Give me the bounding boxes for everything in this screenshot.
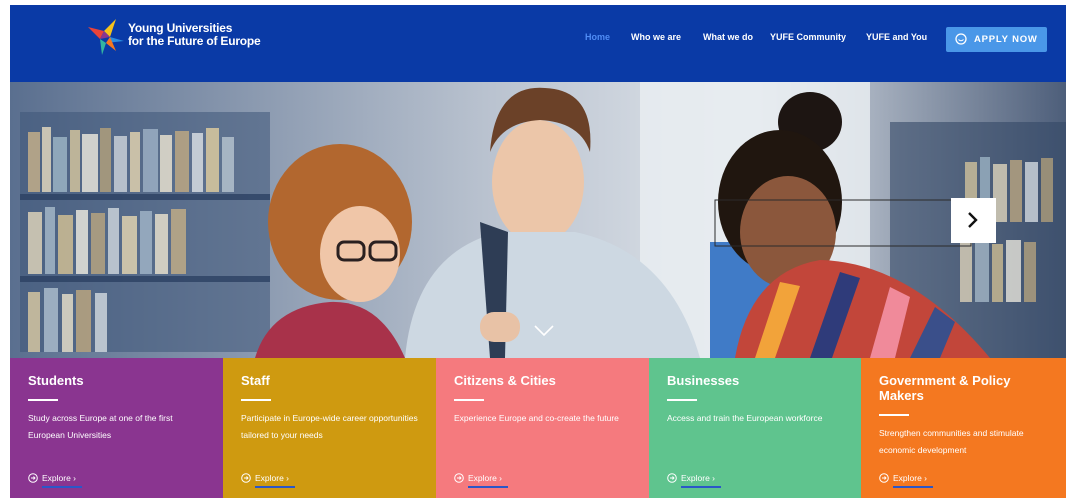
tile-title: Staff: [241, 373, 270, 388]
tile-title: Businesses: [667, 373, 740, 388]
page-frame: Young Universities for the Future of Eur…: [10, 5, 1066, 498]
slider-next-button[interactable]: [951, 198, 996, 243]
explore-label: Explore ›: [42, 473, 77, 483]
explore-underline: [255, 486, 295, 488]
chevron-down-icon[interactable]: [533, 324, 555, 338]
tile-description: Participate in Europe-wide career opport…: [241, 413, 418, 440]
arrow-circle-icon: [879, 473, 889, 483]
tile-title: Government & Policy Makers: [879, 373, 1011, 403]
explore-underline: [42, 486, 82, 488]
tile-title: Citizens & Cities: [454, 373, 556, 388]
nav-item-what-we-do[interactable]: What we do: [703, 32, 753, 42]
arrow-circle-icon: [28, 473, 38, 483]
tile-divider: [28, 399, 58, 401]
explore-underline: [893, 486, 933, 488]
apply-now-button[interactable]: APPLY NOW: [946, 27, 1047, 52]
tile-description: Strengthen communities and stimulate eco…: [879, 428, 1024, 455]
tile-description: Study across Europe at one of the first …: [28, 413, 173, 440]
main-nav: Home Who we are What we do YUFE Communit…: [10, 32, 1066, 52]
apply-now-label: APPLY NOW: [974, 34, 1038, 45]
tile-description: Experience Europe and co-create the futu…: [454, 413, 619, 423]
arrow-circle-icon: [454, 473, 464, 483]
explore-label: Explore ›: [255, 473, 290, 483]
nav-item-yufe-and-you[interactable]: YUFE and You: [866, 32, 927, 42]
explore-underline: [681, 486, 721, 488]
hero-slider: [10, 82, 1066, 358]
arrow-circle-icon: [241, 473, 251, 483]
audience-tiles: Students Study across Europe at one of t…: [10, 358, 1066, 498]
explore-underline: [468, 486, 508, 488]
arrow-circle-icon: [667, 473, 677, 483]
explore-label: Explore ›: [681, 473, 716, 483]
tile-citizens-cities[interactable]: Citizens & Cities Experience Europe and …: [436, 358, 649, 498]
tile-businesses[interactable]: Businesses Access and train the European…: [649, 358, 861, 498]
chevron-right-icon: [968, 212, 978, 228]
explore-label: Explore ›: [893, 473, 928, 483]
chat-bubble-icon: [955, 33, 967, 45]
tile-divider: [454, 399, 484, 401]
nav-item-home[interactable]: Home: [585, 32, 610, 42]
tile-title: Students: [28, 373, 84, 388]
nav-item-who-we-are[interactable]: Who we are: [631, 32, 681, 42]
nav-item-yufe-community[interactable]: YUFE Community: [770, 32, 846, 42]
tile-divider: [241, 399, 271, 401]
explore-label: Explore ›: [468, 473, 503, 483]
tile-description: Access and train the European workforce: [667, 413, 823, 423]
tile-staff[interactable]: Staff Participate in Europe-wide career …: [223, 358, 436, 498]
site-header: Young Universities for the Future of Eur…: [10, 5, 1066, 82]
tile-divider: [879, 414, 909, 416]
tile-government[interactable]: Government & Policy Makers Strengthen co…: [861, 358, 1066, 498]
tile-divider: [667, 399, 697, 401]
hero-photo: [10, 82, 1066, 358]
tile-students[interactable]: Students Study across Europe at one of t…: [10, 358, 223, 498]
